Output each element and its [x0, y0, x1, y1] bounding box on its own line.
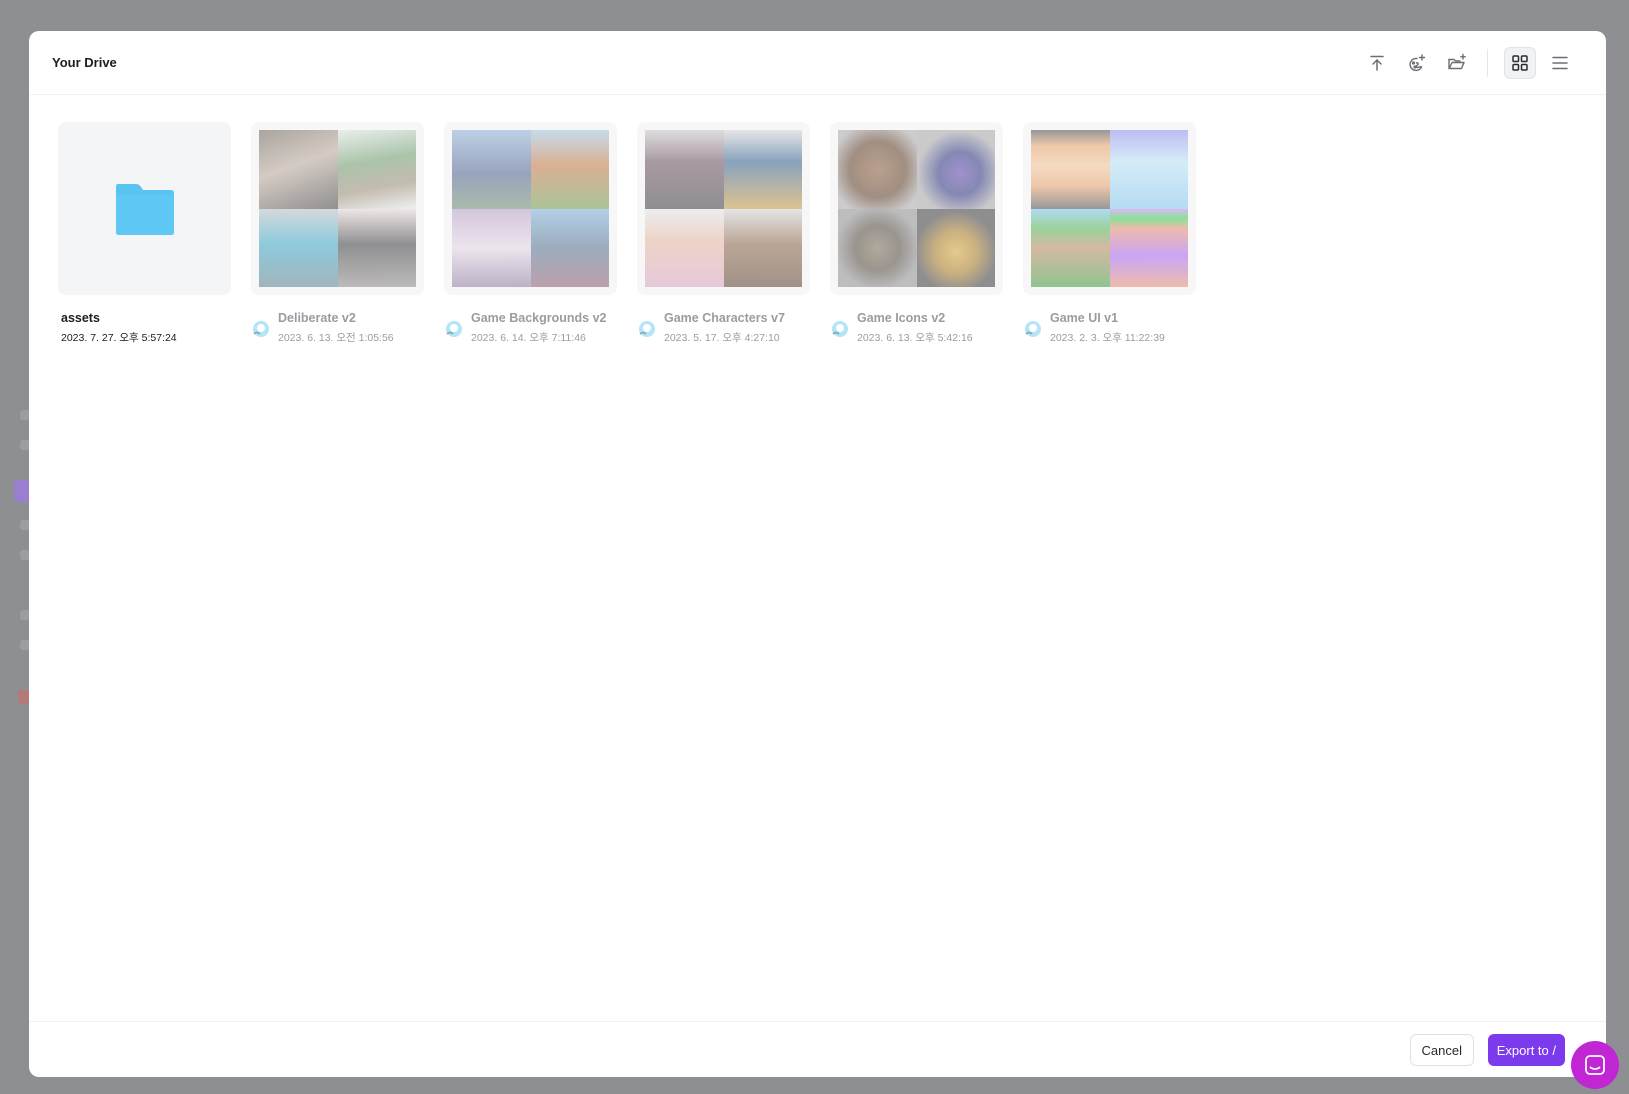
item-name: Game Characters v7 [664, 311, 785, 325]
model-palette-icon [1025, 321, 1041, 337]
model-thumbnail[interactable] [251, 122, 424, 295]
item-date: 2023. 5. 17. 오후 4:27:10 [664, 332, 780, 344]
new-folder-button[interactable] [1441, 47, 1473, 79]
preview-image [645, 130, 724, 209]
preview-image [337, 130, 416, 209]
preview-image [337, 208, 416, 287]
toolbar-divider [1487, 49, 1488, 77]
item-date: 2023. 7. 27. 오후 5:57:24 [61, 332, 177, 344]
model-preview-grid [838, 130, 995, 287]
preview-image [838, 130, 917, 209]
model-thumbnail[interactable] [444, 122, 617, 295]
upload-button[interactable] [1361, 47, 1393, 79]
chat-icon [1585, 1055, 1605, 1075]
preview-image [723, 130, 802, 209]
model-palette-icon [253, 321, 269, 337]
add-model-button[interactable] [1401, 47, 1433, 79]
model-preview-grid [1031, 130, 1188, 287]
model-preview-grid [645, 130, 802, 287]
cancel-button[interactable]: Cancel [1409, 1034, 1474, 1066]
preview-image [916, 208, 995, 287]
item-name: Deliberate v2 [278, 311, 356, 325]
model-thumbnail[interactable] [830, 122, 1003, 295]
modal-footer: Cancel Export to / [29, 1021, 1606, 1077]
upload-icon [1370, 55, 1384, 71]
model-palette-icon [832, 321, 848, 337]
list-view-icon [1552, 56, 1568, 70]
add-model-icon [1409, 54, 1426, 72]
preview-image [530, 208, 609, 287]
preview-image [530, 130, 609, 209]
view-toolbar [1353, 47, 1576, 79]
model-palette-icon [446, 321, 462, 337]
item-date: 2023. 6. 13. 오후 5:42:16 [857, 332, 973, 344]
preview-image [723, 208, 802, 287]
preview-image [259, 130, 338, 209]
model-item[interactable]: Deliberate v2 2023. 6. 13. 오전 1:05:56 [251, 122, 424, 345]
model-preview-grid [259, 130, 416, 287]
list-view-button[interactable] [1544, 47, 1576, 79]
item-date: 2023. 6. 14. 오후 7:11:46 [471, 332, 586, 344]
support-chat-button[interactable] [1571, 1041, 1619, 1089]
model-preview-grid [452, 130, 609, 287]
preview-image [259, 208, 338, 287]
modal-title: Your Drive [52, 55, 117, 70]
model-item[interactable]: Game Characters v7 2023. 5. 17. 오후 4:27:… [637, 122, 810, 345]
model-item[interactable]: Game Icons v2 2023. 6. 13. 오후 5:42:16 [830, 122, 1003, 345]
folder-thumbnail[interactable] [58, 122, 231, 295]
preview-image [838, 208, 917, 287]
preview-image [916, 130, 995, 209]
model-thumbnail[interactable] [637, 122, 810, 295]
folder-icon [115, 183, 174, 235]
drive-modal: Your Drive assets 2023. 7. 27. 오후 5:57:2… [29, 31, 1606, 1077]
grid-view-icon [1512, 55, 1528, 71]
folder-item[interactable]: assets 2023. 7. 27. 오후 5:57:24 [58, 122, 231, 345]
preview-image [1031, 130, 1110, 209]
preview-image [452, 208, 531, 287]
preview-image [1031, 208, 1110, 287]
item-date: 2023. 2. 3. 오후 11:22:39 [1050, 332, 1165, 344]
preview-image [645, 208, 724, 287]
model-item[interactable]: Game Backgrounds v2 2023. 6. 14. 오후 7:11… [444, 122, 617, 345]
item-name: Game UI v1 [1050, 311, 1119, 325]
item-name: assets [61, 311, 100, 325]
item-date: 2023. 6. 13. 오전 1:05:56 [278, 332, 394, 344]
model-thumbnail[interactable] [1023, 122, 1196, 295]
model-palette-icon [639, 321, 655, 337]
new-folder-icon [1448, 53, 1466, 70]
export-button[interactable]: Export to / [1487, 1034, 1565, 1066]
drive-grid: assets 2023. 7. 27. 오후 5:57:24 Deliberat… [58, 122, 1216, 345]
preview-image [1109, 208, 1188, 287]
modal-header: Your Drive [29, 31, 1606, 95]
grid-view-button[interactable] [1504, 47, 1536, 79]
item-name: Game Backgrounds v2 [471, 311, 607, 325]
preview-image [1109, 130, 1188, 209]
item-name: Game Icons v2 [857, 311, 946, 325]
preview-image [452, 130, 531, 209]
model-item[interactable]: Game UI v1 2023. 2. 3. 오후 11:22:39 [1023, 122, 1196, 345]
